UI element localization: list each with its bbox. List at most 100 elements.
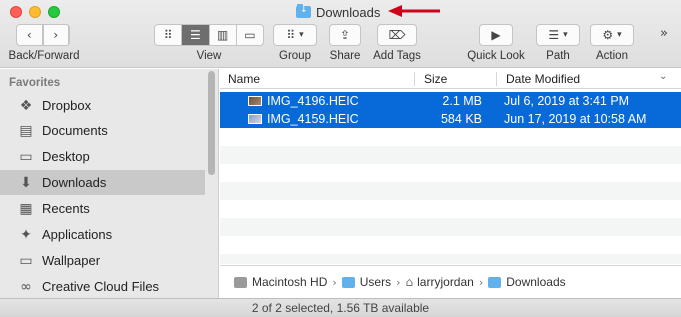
downloads-folder-icon [296,4,311,18]
tag-icon: ⌦ [388,28,406,42]
gallery-icon: ▭ [244,28,256,42]
toolbar: Downloads ‹ › Back/Forward ⠿ ☰ ▥ ▭ View … [0,0,681,68]
folder-icon: ▭ [19,252,33,269]
home-icon: ⌂ [405,275,414,289]
gallery-view-button[interactable]: ▭ [237,25,263,45]
sidebar-item-wallpaper[interactable]: ▭ Wallpaper [0,248,205,273]
file-row[interactable]: IMG_4196.HEIC 2.1 MB Jul 6, 2019 at 3:41… [220,92,681,110]
path-label: Path [546,50,570,62]
column-header-row: Name Size Date Modified ⌄ [220,69,681,89]
file-list: Name Size Date Modified ⌄ IMG_4196.HEIC … [220,69,681,264]
empty-row [220,146,681,164]
file-name: IMG_4159.HEIC [267,112,359,126]
column-view-button[interactable]: ▥ [210,25,237,45]
path-segment-label: Macintosh HD [252,275,328,289]
group-label: Group [279,50,311,62]
sidebar-item-label: Applications [42,227,113,242]
chevron-left-icon: ‹ [17,25,43,45]
sidebar-scrollbar[interactable] [208,71,215,175]
share-button[interactable]: ⇪ [329,24,361,46]
column-divider[interactable] [414,72,415,86]
column-header-date-modified[interactable]: Date Modified [506,72,580,86]
path-segment-label: larryjordan [417,275,474,289]
file-row[interactable]: IMG_4159.HEIC 584 KB Jun 17, 2019 at 10:… [220,110,681,128]
recents-icon: ▦ [19,200,33,217]
column-header-size[interactable]: Size [424,72,447,86]
icon-view-button[interactable]: ⠿ [155,25,183,45]
chevron-down-icon[interactable]: ⌄ [659,71,667,82]
back-forward-control: ‹ › [16,24,70,46]
empty-row [220,254,681,264]
red-arrow-annotation [388,5,440,17]
forward-button[interactable]: › [44,25,69,45]
sidebar-item-label: Desktop [42,149,90,164]
sidebar-item-recents[interactable]: ▦ Recents [0,196,205,221]
add-tags-button[interactable]: ⌦ [377,24,417,46]
applications-icon: ✦ [20,226,32,243]
view-mode-control: ⠿ ☰ ▥ ▭ [154,24,264,46]
back-forward-label: Back/Forward [8,50,80,62]
share-label: Share [329,50,361,62]
sidebar-heading-favorites: Favorites [9,77,61,89]
chevron-down-icon: ▾ [563,30,568,40]
sidebar-item-downloads[interactable]: ⬇ Downloads [0,170,205,195]
downloads-folder-icon [488,276,502,288]
chevron-right-icon: › [44,25,69,45]
sidebar-item-dropbox[interactable]: ❖ Dropbox [0,93,205,118]
creative-cloud-icon: ∞ [20,278,32,295]
view-label: View [196,50,222,62]
close-window-button[interactable] [10,6,22,18]
column-divider[interactable] [496,72,497,86]
file-name: IMG_4196.HEIC [267,94,359,108]
action-label: Action [596,50,628,62]
grid-icon: ⠿ [163,28,173,42]
chevron-right-icon: › [332,275,337,289]
documents-icon: ▤ [19,122,33,139]
list-view-button[interactable]: ☰ [182,25,210,45]
chevron-right-icon: › [478,275,484,289]
path-segment-macintosh-hd[interactable]: Macintosh HD [234,275,327,289]
path-segment-label: Downloads [506,275,566,289]
path-icon: ☰ [548,28,560,42]
file-size: 584 KB [440,112,482,126]
path-segment-label: Users [359,275,392,289]
sidebar-item-documents[interactable]: ▤ Documents [0,118,205,143]
back-button[interactable]: ‹ [17,25,44,45]
file-date-modified: Jun 17, 2019 at 10:58 AM [504,112,647,126]
action-button[interactable]: ⚙ ▾ [590,24,634,46]
sidebar-item-label: Creative Cloud Files [42,279,160,294]
dropbox-icon: ❖ [19,97,33,114]
list-icon: ☰ [189,28,201,42]
quick-look-button[interactable]: ▶ [479,24,513,46]
sidebar-item-label: Documents [42,123,108,138]
file-date-modified: Jul 6, 2019 at 3:41 PM [504,94,630,108]
column-header-name[interactable]: Name [228,72,260,86]
toolbar-overflow-button[interactable]: » [660,26,668,41]
columns-icon: ▥ [216,28,229,42]
path-segment-home[interactable]: ⌂ larryjordan [406,275,474,289]
gear-icon: ⚙ [602,28,614,42]
double-chevron-right-icon: » [660,26,668,41]
sidebar-item-label: Dropbox [42,98,92,113]
path-bar: Macintosh HD › Users › ⌂ larryjordan › D… [220,265,681,298]
empty-row [220,182,681,200]
path-segment-downloads[interactable]: Downloads [488,275,566,289]
window-title-text: Downloads [316,4,381,20]
chevron-right-icon: › [396,275,401,289]
sidebar-item-creative-cloud-files[interactable]: ∞ Creative Cloud Files [0,274,205,298]
minimize-window-button[interactable] [29,6,41,18]
play-icon: ▶ [491,28,501,42]
desktop-icon: ▭ [19,148,33,165]
window-title: Downloads [296,3,380,21]
path-button[interactable]: ☰ ▾ [536,24,580,46]
sidebar-item-label: Recents [42,201,90,216]
share-icon: ⇪ [339,28,351,42]
sidebar-item-applications[interactable]: ✦ Applications [0,222,205,247]
quick-look-label: Quick Look [467,50,525,62]
group-button[interactable]: ⠿ ▾ [273,24,317,46]
zoom-window-button[interactable] [48,6,60,18]
finder-window: Downloads ‹ › Back/Forward ⠿ ☰ ▥ ▭ View … [0,0,681,317]
empty-row [220,218,681,236]
path-segment-users[interactable]: Users [341,275,392,289]
sidebar-item-desktop[interactable]: ▭ Desktop [0,144,205,169]
